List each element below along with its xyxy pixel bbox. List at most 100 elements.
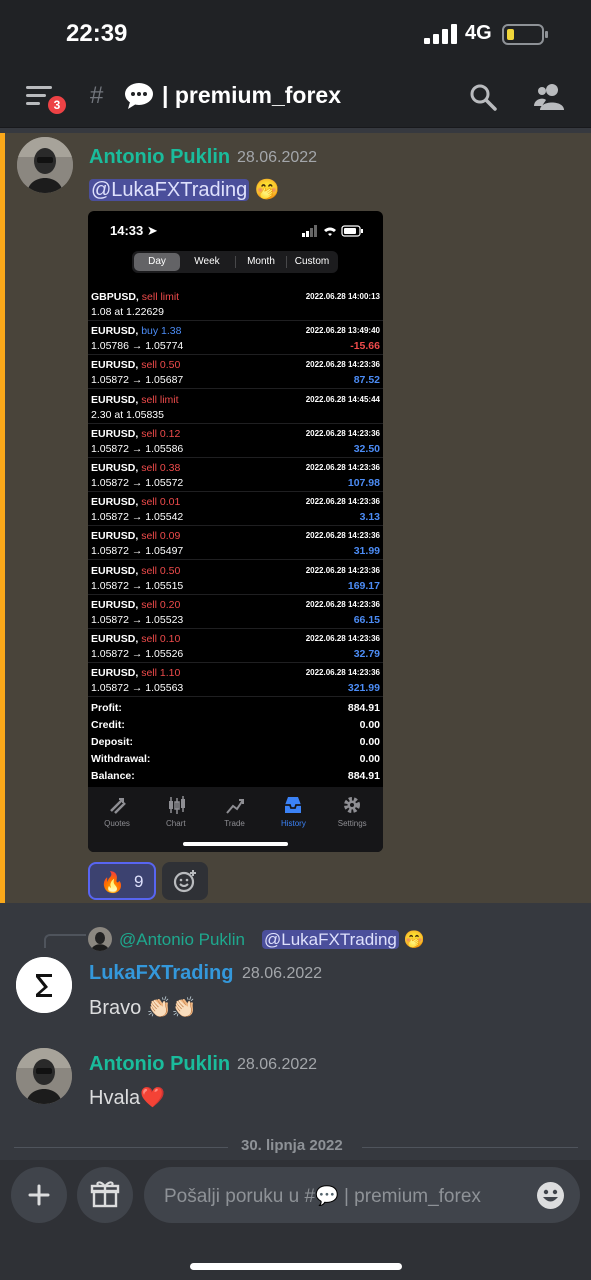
trade-profit: 169.17	[347, 579, 380, 592]
status-time: 22:39	[66, 20, 128, 47]
trade-row[interactable]: EURUSD, buy 1.38 2022.06.28 13:49:40 1.057…	[88, 321, 383, 356]
emoji: 🤭	[254, 179, 280, 201]
tab-day[interactable]: Day	[134, 253, 180, 271]
highlighted-message: Antonio Puklin 28.06.2022 @LukaFXTrading…	[0, 133, 591, 903]
message-content: @LukaFXTrading 🤭	[89, 177, 280, 202]
trade-profit: 321.99	[347, 682, 380, 695]
user-photo-icon	[16, 1048, 72, 1104]
attached-image[interactable]: 14:33 ➤ Day Week Month Custom GBPUSD, se…	[88, 211, 383, 852]
trade-row[interactable]: EURUSD, sell 0.50 2022.06.28 14:23:36 1.05…	[88, 355, 383, 390]
date-divider-line	[362, 1147, 578, 1148]
trade-datetime: 2022.06.28 14:23:36	[305, 599, 380, 609]
trade-row[interactable]: EURUSD, sell 0.01 2022.06.28 14:23:36 1.05…	[88, 492, 383, 527]
reaction-fire[interactable]: 🔥 9	[88, 862, 156, 900]
search-icon[interactable]	[469, 83, 497, 111]
emoji-picker-icon[interactable]	[536, 1181, 565, 1210]
trade-profit: 87.52	[353, 374, 380, 387]
tab-month[interactable]: Month	[236, 253, 286, 271]
history-icon	[285, 797, 302, 813]
trade-datetime: 2022.06.28 14:23:36	[305, 668, 380, 678]
battery-icon	[502, 24, 548, 45]
trade-type: sell 0.20	[141, 598, 181, 611]
trade-type: sell limit	[141, 291, 180, 303]
trade-symbol: GBPUSD, sell limit	[91, 291, 180, 303]
trade-price: 1.05872 → 1.05542	[91, 511, 184, 524]
trade-row[interactable]: EURUSD, sell limit 2022.06.28 14:45:44 2.3…	[88, 390, 383, 424]
fire-icon: 🔥	[100, 872, 125, 894]
trade-row[interactable]: EURUSD, sell 0.12 2022.06.28 14:23:36 1.05…	[88, 424, 383, 458]
trade-datetime: 2022.06.28 14:23:36	[305, 428, 380, 438]
app-tab-trade[interactable]: Trade	[207, 795, 263, 828]
members-icon[interactable]	[534, 82, 566, 112]
trade-type: sell 0.50	[141, 564, 181, 577]
tab-week[interactable]: Week	[182, 253, 232, 271]
trade-row[interactable]: EURUSD, sell 0.20 2022.06.28 14:23:36 1.05…	[88, 595, 383, 629]
lukafx-logo-icon	[16, 957, 72, 1013]
trade-type: sell 0.12	[141, 427, 181, 440]
message-username[interactable]: Antonio Puklin	[89, 1053, 230, 1076]
reaction-count: 9	[134, 872, 144, 891]
add-attachment-button[interactable]	[11, 1167, 67, 1223]
message-username[interactable]: LukaFXTrading	[89, 962, 233, 985]
trade-datetime: 2022.06.28 14:45:44	[305, 394, 380, 404]
summary-value: 0.00	[359, 719, 380, 731]
trade-price: 1.05872 → 1.05563	[91, 682, 184, 695]
trade-row[interactable]: GBPUSD, sell limit 2022.06.28 14:00:13 1.0…	[88, 287, 383, 321]
trade-price: 1.05786 → 1.05774	[91, 340, 184, 353]
summary-value: 884.91	[347, 770, 380, 782]
trade-type: sell 0.38	[141, 462, 181, 474]
trade-row[interactable]: EURUSD, sell 0.38 2022.06.28 14:23:36 1.05…	[88, 458, 383, 492]
summary-value: 0.00	[359, 753, 380, 765]
trade-datetime: 2022.06.28 14:23:36	[305, 463, 380, 472]
trade-row[interactable]: EURUSD, sell 0.09 2022.06.28 14:23:36 1.05…	[88, 526, 383, 561]
app-tab-history[interactable]: History	[265, 795, 321, 828]
chart-icon	[168, 796, 185, 814]
app-tab-settings[interactable]: Settings	[324, 795, 380, 828]
summary-row: Credit: 0.00	[91, 719, 380, 736]
message-timestamp: 28.06.2022	[237, 1056, 318, 1073]
tab-custom[interactable]: Custom	[287, 253, 337, 271]
message-timestamp: 28.06.2022	[242, 965, 323, 982]
trade-type: sell limit	[141, 393, 179, 406]
trade-symbol: EURUSD, sell 0.50	[91, 564, 181, 577]
trade-price: 1.05872 → 1.05515	[91, 579, 184, 592]
trade-datetime: 2022.06.28 14:23:36	[305, 565, 380, 575]
shot-home-indicator	[183, 842, 288, 846]
reply-avatar	[88, 927, 112, 951]
reply-preview[interactable]: @LukaFXTrading 🤭	[262, 930, 425, 950]
trade-symbol: EURUSD, sell limit	[91, 393, 179, 406]
message-list[interactable]: Antonio Puklin 28.06.2022 @LukaFXTrading…	[0, 129, 591, 1160]
composer: Pošalji poruku u #💬 | premium_forex	[0, 1160, 591, 1280]
avatar[interactable]	[16, 1048, 72, 1104]
add-reaction-button[interactable]	[162, 862, 208, 900]
trade-row[interactable]: EURUSD, sell 0.10 2022.06.28 14:23:36 1.05…	[88, 629, 383, 663]
status-bar: 22:39 4G	[0, 0, 591, 70]
quotes-icon	[110, 798, 126, 814]
summary-row: Deposit: 0.00	[91, 736, 380, 753]
reply-username[interactable]: @Antonio Puklin	[119, 930, 245, 950]
trade-price: 1.05872 → 1.05586	[91, 442, 184, 455]
reply-connector	[44, 934, 86, 948]
trade-row[interactable]: EURUSD, sell 0.50 2022.06.28 14:23:36 1.05…	[88, 561, 383, 595]
message-input[interactable]: Pošalji poruku u #💬 | premium_forex	[144, 1167, 580, 1223]
message-username[interactable]: Antonio Puklin	[89, 146, 230, 169]
trade-profit: 107.98	[347, 477, 380, 489]
user-mention[interactable]: @LukaFXTrading	[89, 179, 250, 201]
avatar[interactable]	[16, 957, 72, 1013]
app-tab-quotes[interactable]: Quotes	[89, 795, 145, 828]
user-photo-icon	[17, 137, 73, 193]
speech-bubble-icon	[125, 83, 153, 109]
channel-name: | premium_forex	[162, 82, 341, 108]
add-emoji-icon	[173, 870, 196, 893]
summary-value: 884.91	[347, 702, 380, 714]
app-tab-chart[interactable]: Chart	[148, 795, 204, 828]
trade-type: sell 1.10	[141, 667, 181, 680]
trade-symbol: EURUSD, sell 0.10	[91, 633, 181, 645]
message-content: Hvala❤️	[89, 1087, 166, 1109]
trade-symbol: EURUSD, buy 1.38	[91, 325, 182, 338]
trade-price: 1.05872 → 1.05572	[91, 477, 184, 489]
avatar[interactable]	[17, 137, 73, 193]
trade-profit: -15.66	[350, 340, 380, 353]
trade-row[interactable]: EURUSD, sell 1.10 2022.06.28 14:23:36 1.05…	[88, 663, 383, 698]
gift-button[interactable]	[77, 1167, 133, 1223]
